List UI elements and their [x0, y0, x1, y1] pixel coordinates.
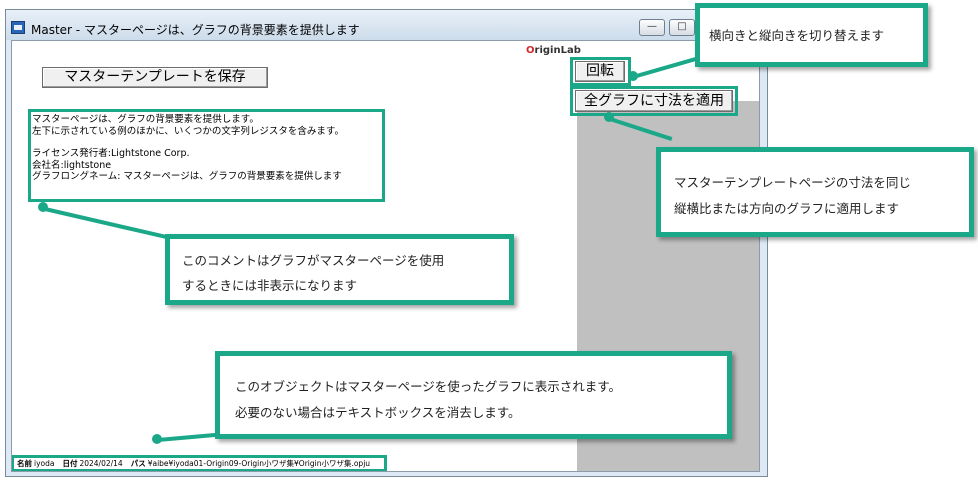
maximize-button[interactable]: □ [669, 19, 695, 36]
title-bar[interactable]: Master - マスターページは、グラフの背景要素を提供します — □ [6, 10, 767, 40]
connector-dot [152, 434, 162, 444]
graph-window-icon [11, 21, 25, 34]
date-label: 日付 [62, 459, 78, 468]
minimize-button[interactable]: — [639, 19, 665, 36]
path-value: ¥aibe¥iyoda01-Origin09-Origin小ワザ集¥Origin… [147, 459, 371, 468]
connector-dot [38, 202, 48, 212]
comment-line: 左下に示されている例のほかに、いくつかの文字列レジスタを含みます。 [32, 125, 344, 137]
date-value: 2024/02/14 [79, 459, 123, 468]
info-text-object[interactable]: 名前 iyoda 日付 2024/02/14 パス ¥aibe¥iyoda01-Origi… [12, 455, 387, 471]
name-value: iyoda [34, 459, 55, 468]
callout-rotate: 横向きと縦向きを切り替えます [695, 3, 928, 67]
rotate-button[interactable]: 回転 [575, 61, 625, 82]
apply-size-all-graphs-button[interactable]: 全グラフに寸法を適用 [575, 90, 733, 112]
comment-line: グラフロングネーム: マスターページは、グラフの背景要素を提供します [32, 171, 342, 182]
callout-text: 横向きと縦向きを切り替えます [709, 28, 885, 43]
callout-text: このコメントはグラフがマスターページを使用 [182, 253, 445, 268]
connector-dot [628, 71, 638, 81]
connector-dot [604, 112, 614, 122]
callout-text: するときには非表示になります [182, 278, 358, 293]
callout-text: マスターテンプレートページの寸法を同じ [674, 175, 911, 190]
comment-line: 会社名:lightstone [32, 159, 112, 171]
callout-comment: このコメントはグラフがマスターページを使用 するときには非表示になります [165, 234, 514, 305]
callout-text: このオブジェクトはマスターページを使ったグラフに表示されます。 [235, 379, 622, 394]
callout-text: 縦横比または方向のグラフに適用します [674, 201, 900, 216]
path-label: パス [130, 459, 146, 468]
comment-line: ライセンス発行者:Lightstone Corp. [32, 148, 190, 159]
callout-text: 必要のない場合はテキストボックスを消去します。 [235, 405, 521, 420]
comment-text-object[interactable]: マスターページは、グラフの背景要素を提供します。 左下に示されている例のほかに、… [28, 109, 385, 202]
save-master-template-button[interactable]: マスターテンプレートを保存 [42, 67, 268, 88]
callout-apply-size: マスターテンプレートページの寸法を同じ 縦横比または方向のグラフに適用します [656, 147, 974, 237]
comment-line: マスターページは、グラフの背景要素を提供します。 [32, 114, 259, 125]
window-title: Master - マスターページは、グラフの背景要素を提供します [31, 23, 360, 37]
name-label: 名前 [17, 459, 32, 468]
callout-object: このオブジェクトはマスターページを使ったグラフに表示されます。 必要のない場合は… [215, 351, 732, 439]
originlab-logo: OriginLab [526, 45, 581, 56]
